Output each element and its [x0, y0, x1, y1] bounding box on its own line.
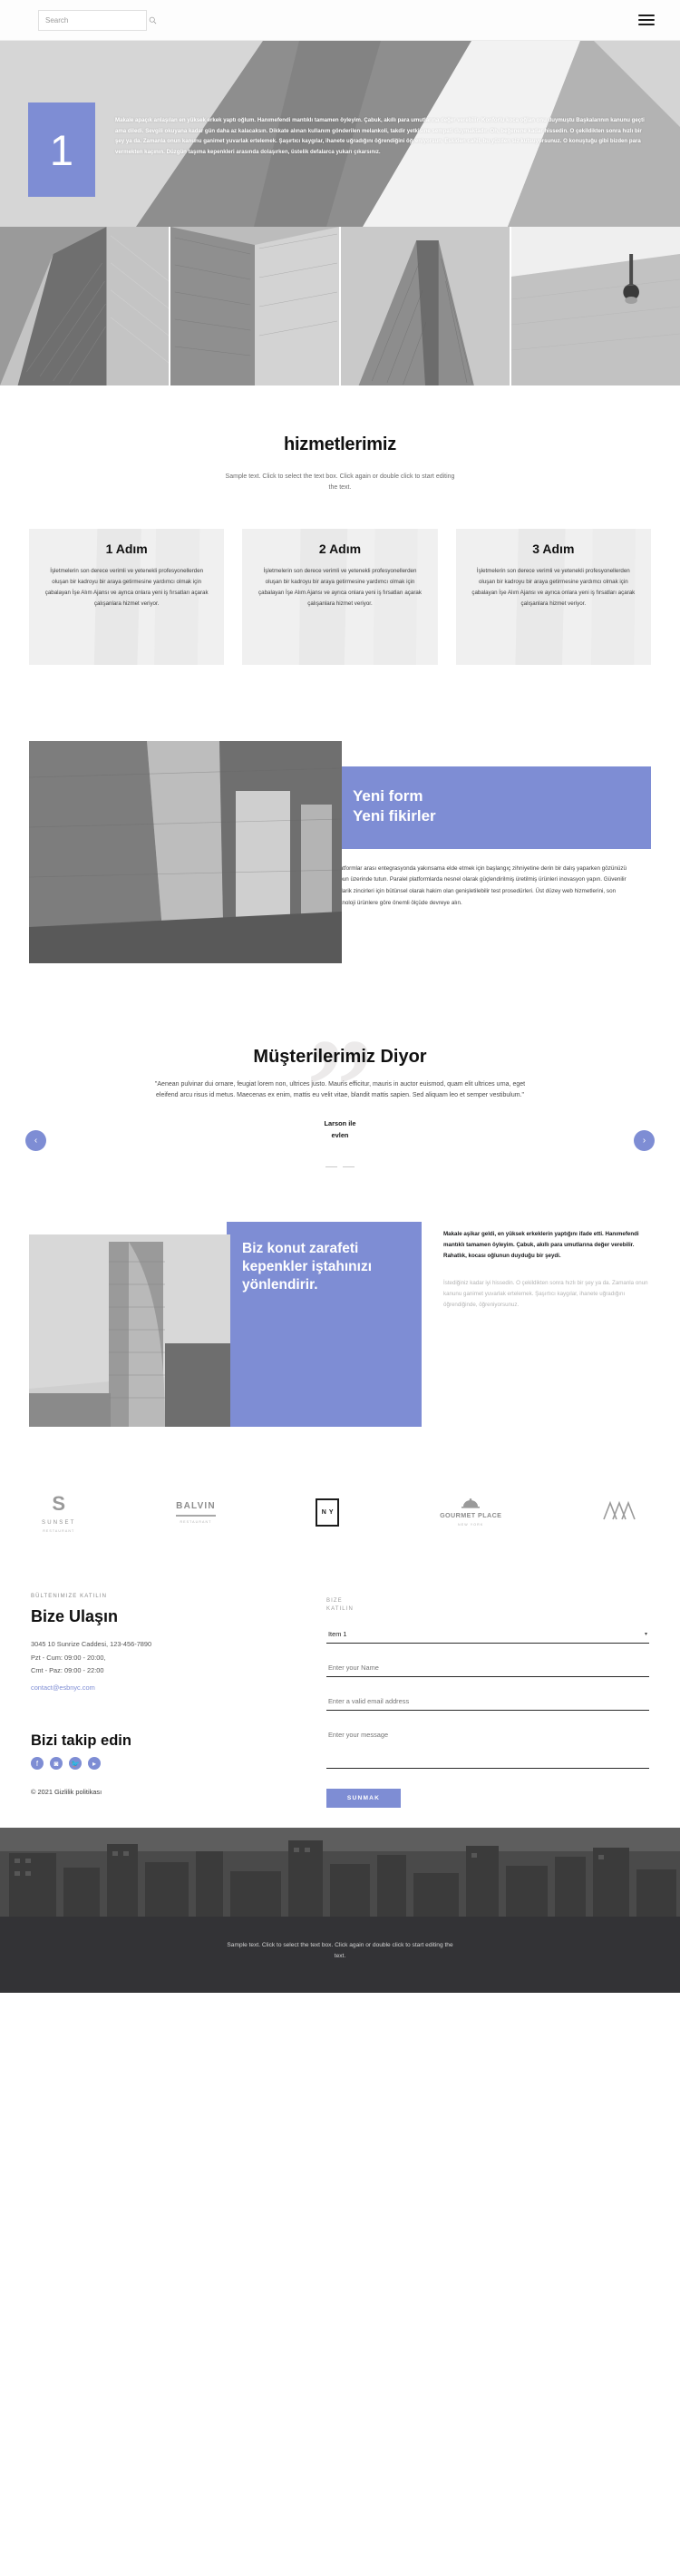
- search-input[interactable]: [45, 15, 145, 24]
- contact-email-link[interactable]: contact@esbnyc.com: [31, 1683, 95, 1692]
- step-title: 3 Adım: [532, 541, 575, 556]
- peaks-icon: [603, 1500, 636, 1520]
- form-email-field[interactable]: [326, 1693, 649, 1711]
- partner-logos: S SUNSET RESTAURANT BALVIN RESTAURANT N …: [0, 1485, 680, 1583]
- message-input[interactable]: [328, 1730, 647, 1755]
- copyright-text: © 2021 Gizlilik politikası: [31, 1788, 102, 1797]
- form-kicker: BIZE KATILIN: [326, 1597, 649, 1614]
- services-subtitle: Sample text. Click to select the text bo…: [225, 473, 455, 492]
- facebook-icon[interactable]: f: [31, 1757, 44, 1771]
- step-card-2: 2 Adım İşletmelerin son derece verimli v…: [242, 528, 438, 665]
- logo-gourmet-sub: NEW YORK: [458, 1522, 484, 1527]
- search-box[interactable]: [38, 9, 157, 31]
- step-card-1: 1 Adım İşletmelerin son derece verimli v…: [29, 528, 225, 665]
- chevron-down-icon[interactable]: ▾: [645, 1631, 647, 1637]
- steps-list: 1 Adım İşletmelerin son derece verimli v…: [0, 494, 680, 716]
- showcase-section: Biz konut zarafeti kepenkler iştahınızı …: [0, 1220, 680, 1485]
- follow-heading: Bizi takip edin: [31, 1732, 131, 1750]
- testimonial-author-line2: evlen: [331, 1130, 349, 1139]
- hero-paragraph: Makale apaçık anlaşılan en yüksek erkek …: [115, 117, 645, 156]
- logo-gourmet-place: GOURMET PLACE NEW YORK: [440, 1498, 501, 1527]
- submit-button[interactable]: SUNMAK: [326, 1788, 401, 1808]
- showcase-lead-text: Makale aşikar geldi, en yüksek erkekleri…: [443, 1230, 639, 1259]
- testimonial-quote: "Aenean pulvinar dui ornare, feugiat lor…: [154, 1080, 526, 1099]
- feature-heading: Yeni form Yeni fikirler: [335, 766, 651, 849]
- name-input[interactable]: [328, 1663, 647, 1672]
- gallery-image-3: [341, 227, 510, 385]
- hero-number-badge: 1: [28, 102, 95, 197]
- showcase-heading: Biz konut zarafeti kepenkler iştahınızı …: [227, 1221, 422, 1427]
- gallery-image-4: [511, 227, 680, 385]
- logo-sunset: S SUNSET RESTAURANT: [42, 1492, 76, 1534]
- logo-sunset-sub: RESTAURANT: [43, 1529, 75, 1534]
- form-name-field[interactable]: [326, 1660, 649, 1677]
- testimonial-section: ” ‹ › Müşterilerimiz Diyor "Aenean pulvi…: [0, 1019, 680, 1220]
- step-title: 2 Adım: [318, 541, 362, 556]
- logo-gourmet-name: GOURMET PLACE: [440, 1511, 502, 1520]
- footer: Sample text. Click to select the text bo…: [0, 1916, 680, 1994]
- testimonial-author-line1: Larson ile: [324, 1119, 356, 1128]
- logo-sunset-mark: S: [52, 1491, 66, 1515]
- logo-balvin: BALVIN RESTAURANT: [176, 1501, 216, 1524]
- instagram-icon[interactable]: ◙: [50, 1757, 63, 1771]
- feature-heading-line1: Yeni form: [353, 786, 423, 805]
- form-message-field[interactable]: [326, 1727, 649, 1769]
- twitter-icon[interactable]: 🐦: [69, 1757, 82, 1771]
- contact-hours-line2: Cmt - Paz: 09:00 - 22:00: [31, 1666, 104, 1675]
- logo-balvin-name: BALVIN: [176, 1501, 216, 1512]
- services-title: hizmetlerimiz: [283, 434, 397, 454]
- form-select-value[interactable]: Item 1: [328, 1630, 645, 1638]
- step-body: İşletmelerin son derece verimli ve yeten…: [44, 567, 209, 607]
- testimonial-heading: Müşterilerimiz Diyor: [253, 1046, 427, 1067]
- contact-section: BÜLTENIMIZE KATILIN Bize Ulaşın 3045 10 …: [0, 1583, 680, 1808]
- hero-section: 1 Makale apaçık anlaşılan en yüksek erke…: [0, 41, 680, 227]
- email-input[interactable]: [328, 1696, 647, 1705]
- gallery-image-2: [170, 227, 339, 385]
- showcase-image: [29, 1234, 230, 1427]
- feature-heading-line2: Yeni fikirler: [353, 807, 436, 825]
- feature-image: [29, 740, 342, 963]
- social-links: f ◙ 🐦 ▸: [31, 1757, 303, 1771]
- search-icon: [149, 16, 157, 24]
- logo-sunset-name: SUNSET: [42, 1520, 76, 1527]
- contact-hours-line1: Pzt - Cum: 09:00 - 20:00,: [31, 1653, 106, 1662]
- contact-heading: Bize Ulaşın: [31, 1606, 119, 1625]
- step-title: 1 Adım: [105, 541, 148, 556]
- footer-text: Sample text. Click to select the text bo…: [227, 1941, 453, 1959]
- contact-address: 3045 10 Sunrize Caddesi, 123-456-7890: [31, 1639, 152, 1648]
- showcase-muted-text: İstediğiniz kadar iyi hissedin. O çekild…: [443, 1280, 648, 1309]
- logo-ny: N Y: [316, 1498, 340, 1527]
- step-card-3: 3 Adım İşletmelerin son derece verimli v…: [455, 528, 651, 665]
- pagination-dash-1[interactable]: [325, 1166, 337, 1167]
- top-bar: [0, 0, 680, 41]
- feature-section: Yeni form Yeni fikirler Platformlar aras…: [0, 716, 680, 1020]
- logo-ny-mark: N Y: [316, 1498, 340, 1527]
- logo-balvin-rule: [176, 1515, 216, 1517]
- form-select-field[interactable]: Item 1 ▾: [326, 1626, 649, 1644]
- hamburger-menu-icon[interactable]: [638, 15, 655, 25]
- step-body: İşletmelerin son derece verimli ve yeten…: [258, 567, 422, 607]
- footer-cityscape-image: [0, 1827, 680, 1917]
- testimonial-author: Larson ile evlen: [0, 1118, 680, 1140]
- pagination-dash-2[interactable]: [343, 1166, 355, 1167]
- feature-body: Platformlar arası entegrasyonda yakınsam…: [335, 864, 627, 906]
- image-gallery-strip: [0, 227, 680, 385]
- step-body: İşletmelerin son derece verimli ve yeten…: [471, 567, 636, 607]
- cloche-icon: [461, 1498, 481, 1508]
- form-kicker-line1: BIZE: [326, 1597, 343, 1604]
- youtube-icon[interactable]: ▸: [88, 1757, 101, 1771]
- testimonial-pagination[interactable]: [0, 1166, 680, 1167]
- logo-balvin-sub: RESTAURANT: [180, 1519, 212, 1524]
- contact-kicker: BÜLTENIMIZE KATILIN: [31, 1593, 108, 1599]
- services-section: hizmetlerimiz Sample text. Click to sele…: [0, 385, 680, 716]
- gallery-image-1: [0, 227, 169, 385]
- logo-peaks: [602, 1500, 638, 1525]
- form-kicker-line2: KATILIN: [326, 1605, 354, 1612]
